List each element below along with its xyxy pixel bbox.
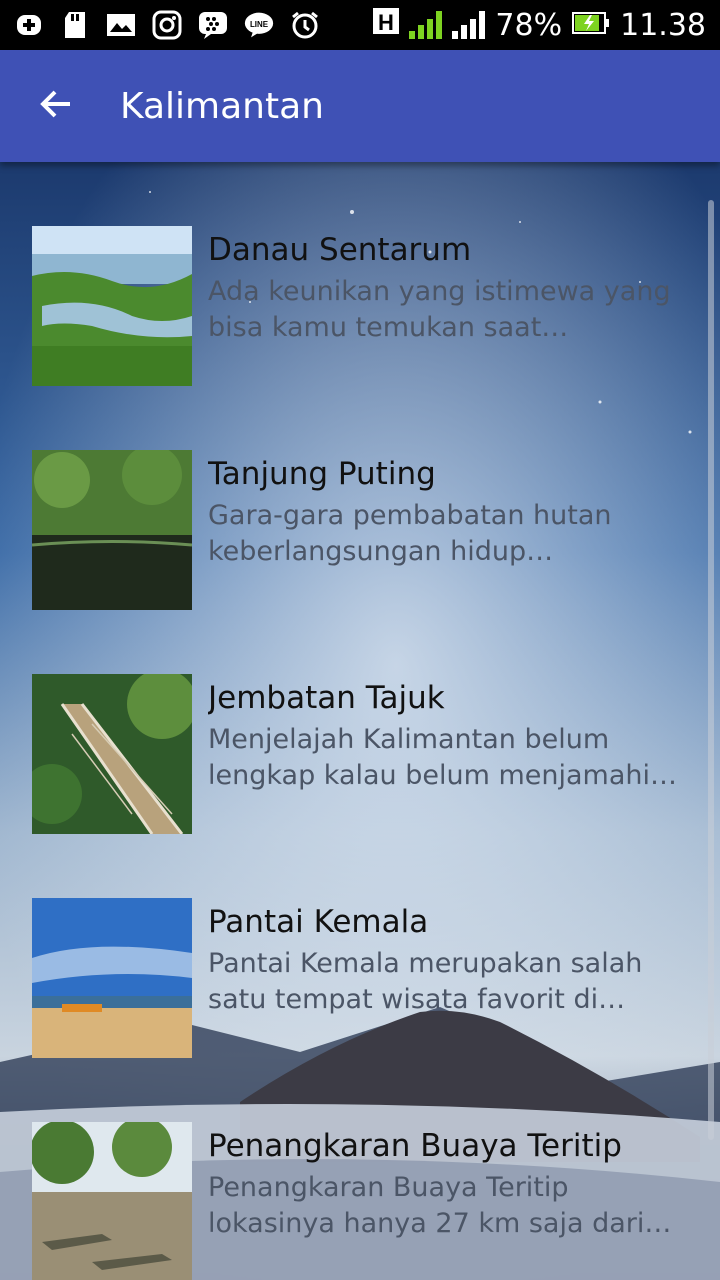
list-item[interactable]: Pantai Kemala Pantai Kemala merupakan sa… <box>32 898 692 1058</box>
item-title: Penangkaran Buaya Teritip <box>208 1128 622 1164</box>
svg-text:LINE: LINE <box>250 20 268 29</box>
item-title: Tanjung Puting <box>208 456 436 492</box>
item-description: Gara-gara pembabatan hutan keberlangsung… <box>208 500 612 567</box>
thumbnail-penangkaran-buaya-teritip <box>32 1122 192 1280</box>
svg-text:H: H <box>378 10 394 35</box>
line-icon: LINE <box>244 10 274 40</box>
page-title: Kalimantan <box>120 85 324 127</box>
clock: 11.38 <box>620 7 706 43</box>
back-button[interactable] <box>0 50 112 162</box>
alarm-icon <box>290 10 320 40</box>
signal-sim1-icon <box>409 11 443 39</box>
thumbnail-pantai-kemala <box>32 898 192 1058</box>
thumbnail-jembatan-tajuk <box>32 674 192 834</box>
item-title: Jembatan Tajuk <box>208 680 445 716</box>
sd-card-icon <box>60 10 90 40</box>
item-description: Pantai Kemala merupakan salah satu tempa… <box>208 948 643 1015</box>
arrow-back-icon <box>38 86 74 126</box>
battery-charging-icon <box>572 8 610 43</box>
list-item[interactable]: Tanjung Puting Gara-gara pembabatan huta… <box>32 450 692 610</box>
scrollbar[interactable] <box>708 200 714 1140</box>
instagram-icon <box>152 10 182 40</box>
item-description: Penangkaran Buaya Teritip lokasinya hany… <box>208 1172 672 1239</box>
list-item[interactable]: Jembatan Tajuk Menjelajah Kalimantan bel… <box>32 674 692 834</box>
list-item[interactable]: Penangkaran Buaya Teritip Penangkaran Bu… <box>32 1122 692 1280</box>
destination-list-container[interactable]: Danau Sentarum Ada keunikan yang istimew… <box>0 162 720 1280</box>
item-description: Ada keunikan yang istimewa yang bisa kam… <box>208 276 671 343</box>
hspa-icon: H <box>373 6 400 44</box>
thumbnail-danau-sentarum <box>32 226 192 386</box>
battery-percent: 78% <box>495 7 563 43</box>
item-title: Pantai Kemala <box>208 904 429 940</box>
thumbnail-tanjung-puting <box>32 450 192 610</box>
status-bar: LINE H 78% 11.38 <box>0 0 720 50</box>
gallery-icon <box>106 10 136 40</box>
item-description: Menjelajah Kalimantan belum lengkap kala… <box>208 724 678 791</box>
item-title: Danau Sentarum <box>208 232 472 268</box>
list-item[interactable]: Danau Sentarum Ada keunikan yang istimew… <box>32 226 692 386</box>
signal-sim2-icon <box>452 11 486 39</box>
add-box-icon <box>14 10 44 40</box>
app-bar: Kalimantan <box>0 50 720 162</box>
blackberry-messenger-icon <box>198 10 228 40</box>
